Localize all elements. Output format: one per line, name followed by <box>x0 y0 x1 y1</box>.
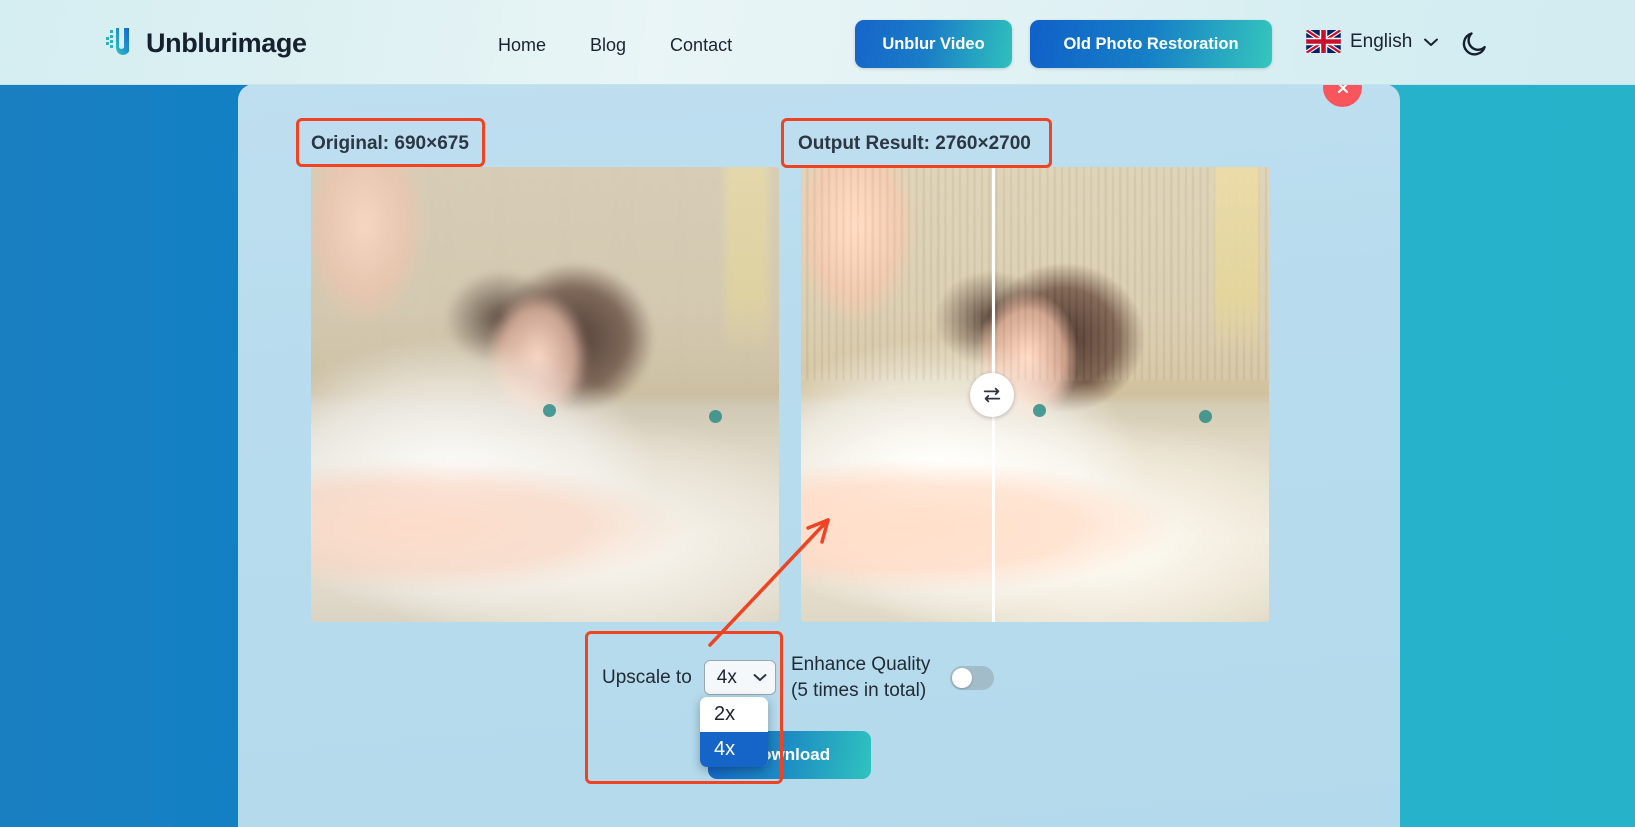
swap-horizontal-icon <box>983 387 1001 403</box>
old-photo-restoration-button[interactable]: Old Photo Restoration <box>1030 20 1272 68</box>
output-photo <box>801 167 1269 622</box>
compare-handle[interactable] <box>970 373 1014 417</box>
chevron-down-icon <box>1424 38 1439 46</box>
photo-dot <box>543 404 556 417</box>
enhance-quality-control: Enhance Quality (5 times in total) <box>791 652 995 704</box>
upscale-option-4x[interactable]: 4x <box>700 732 768 767</box>
enhance-quality-line1: Enhance Quality <box>791 654 931 675</box>
content-panel <box>238 84 1400 827</box>
upscale-option-2x[interactable]: 2x <box>700 697 768 732</box>
original-image-frame[interactable] <box>311 167 779 622</box>
main-nav: Home Blog Contact <box>498 32 732 58</box>
moon-icon <box>1462 32 1486 56</box>
toggle-knob <box>952 668 973 688</box>
logo-text: Unblurimage <box>146 27 307 58</box>
language-label: English <box>1350 30 1413 52</box>
nav-link-contact[interactable]: Contact <box>670 32 732 58</box>
upscale-control: Upscale to 4x <box>602 660 776 695</box>
unblur-video-button[interactable]: Unblur Video <box>855 20 1012 68</box>
enhance-quality-label: Enhance Quality (5 times in total) <box>791 652 930 704</box>
photo-dot <box>709 410 722 423</box>
photo-dot <box>1199 410 1212 423</box>
enhance-quality-line2: (5 times in total) <box>791 680 927 701</box>
upscale-select[interactable]: 4x <box>703 660 776 695</box>
language-selector[interactable]: English <box>1306 30 1439 53</box>
dark-mode-toggle[interactable] <box>1459 29 1489 59</box>
chevron-down-icon <box>753 674 767 681</box>
output-image-frame[interactable] <box>801 167 1269 622</box>
uk-flag-icon <box>1306 30 1341 53</box>
logo[interactable]: Unblurimage <box>104 24 307 62</box>
nav-link-blog[interactable]: Blog <box>590 32 626 58</box>
upscale-select-value: 4x <box>716 667 737 688</box>
site-header: Unblurimage Home Blog Contact Unblur Vid… <box>0 0 1635 85</box>
upscale-label: Upscale to <box>602 667 692 688</box>
upscale-options-dropdown[interactable]: 2x 4x <box>700 697 768 767</box>
enhance-quality-toggle[interactable] <box>950 666 995 690</box>
unblurimage-logo-icon <box>106 28 129 55</box>
photo-dot <box>1033 404 1046 417</box>
output-size-label: Output Result: 2760×2700 <box>798 133 1031 154</box>
nav-link-home[interactable]: Home <box>498 32 546 58</box>
original-size-label: Original: 690×675 <box>311 133 469 154</box>
original-photo <box>311 167 779 622</box>
